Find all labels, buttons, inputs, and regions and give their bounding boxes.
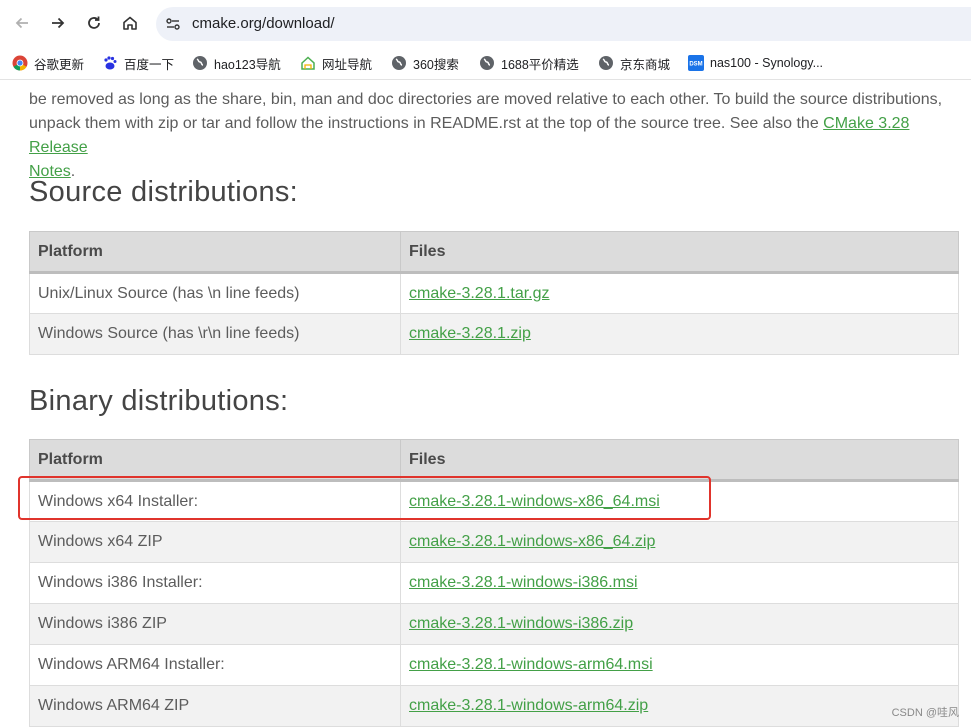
reload-icon [88, 16, 100, 29]
bookmark-item[interactable]: DSM nas100 - Synology... [688, 53, 823, 73]
chrome-icon [12, 55, 28, 71]
browser-toolbar: cmake.org/download/ [0, 0, 971, 46]
bookmark-label: 360搜索 [413, 57, 459, 72]
bookmark-item[interactable]: 1688平价精选 [479, 53, 579, 73]
table-row: Unix/Linux Source (has \n line feeds) cm… [29, 272, 959, 314]
table-row: Windows ARM64 Installer: cmake-3.28.1-wi… [29, 644, 959, 686]
watermark: CSDN @哇风 [891, 707, 959, 719]
url-text[interactable]: cmake.org/download/ [192, 15, 335, 32]
binary-distributions-heading: Binary distributions: [29, 385, 289, 417]
file-cell: cmake-3.28.1-windows-arm64.zip [400, 685, 959, 727]
intro-line: be removed as long as the share, bin, ma… [29, 91, 943, 108]
platform-cell: Unix/Linux Source (has \n line feeds) [29, 272, 401, 314]
bookmark-item[interactable]: 谷歌更新 [12, 53, 84, 73]
arrow-left-icon [15, 17, 28, 29]
platform-cell: Windows ARM64 ZIP [29, 685, 401, 727]
reload-button[interactable] [81, 10, 107, 36]
bookmark-item[interactable]: 网址导航 [300, 53, 372, 73]
download-link[interactable]: cmake-3.28.1-windows-i386.zip [409, 615, 633, 632]
source-table: Platform Files Unix/Linux Source (has \n… [29, 231, 959, 355]
table-header-row: Platform Files [29, 231, 959, 274]
table-row: Windows x64 ZIP cmake-3.28.1-windows-x86… [29, 521, 959, 563]
column-header-platform: Platform [29, 439, 401, 482]
svg-text:DSM: DSM [689, 62, 702, 68]
download-link[interactable]: cmake-3.28.1.zip [409, 325, 531, 342]
bookmark-label: 谷歌更新 [34, 57, 85, 72]
platform-cell: Windows x64 ZIP [29, 521, 401, 563]
page-content: be removed as long as the share, bin, ma… [0, 81, 971, 727]
intro-text: unpack them with zip or tar and follow t… [29, 115, 824, 132]
bookmark-label: 1688平价精选 [501, 57, 579, 72]
back-button[interactable] [9, 10, 35, 36]
file-cell: cmake-3.28.1-windows-x86_64.zip [400, 521, 959, 563]
bookmark-item[interactable]: 百度一下 [102, 53, 174, 73]
download-link[interactable]: cmake-3.28.1-windows-i386.msi [409, 574, 638, 591]
bookmark-item[interactable]: hao123导航 [192, 53, 281, 73]
globe-icon [192, 55, 208, 71]
bookmark-label: 京东商城 [620, 57, 671, 72]
platform-cell: Windows ARM64 Installer: [29, 644, 401, 686]
table-header-row: Platform Files [29, 439, 959, 482]
address-bar[interactable]: cmake.org/download/ [156, 7, 971, 41]
table-row: Windows i386 Installer: cmake-3.28.1-win… [29, 562, 959, 604]
baidu-icon [102, 55, 118, 71]
bookmarks-bar: 谷歌更新 百度一下 hao123导航 网址导航 360搜索 1688平价精选 京… [0, 46, 971, 80]
download-link[interactable]: cmake-3.28.1-windows-arm64.zip [409, 697, 648, 714]
globe-icon [391, 55, 407, 71]
home-icon [123, 16, 137, 30]
column-header-files: Files [400, 439, 959, 482]
file-cell: cmake-3.28.1.zip [400, 313, 959, 355]
bookmark-label: 百度一下 [124, 57, 175, 72]
bookmark-item[interactable]: 京东商城 [598, 53, 670, 73]
table-row: Windows Source (has \r\n line feeds) cma… [29, 313, 959, 355]
file-cell: cmake-3.28.1-windows-arm64.msi [400, 644, 959, 686]
platform-cell: Windows Source (has \r\n line feeds) [29, 313, 401, 355]
file-cell: cmake-3.28.1.tar.gz [400, 272, 959, 314]
column-header-files: Files [400, 231, 959, 274]
forward-button[interactable] [45, 10, 71, 36]
site-settings-icon[interactable] [164, 15, 182, 33]
globe-icon [479, 55, 495, 71]
source-distributions-heading: Source distributions: [29, 176, 299, 208]
table-row: Windows i386 ZIP cmake-3.28.1-windows-i3… [29, 603, 959, 645]
intro-line: unpack them with zip or tar and follow t… [29, 112, 959, 160]
arrow-right-icon [52, 17, 65, 29]
house-icon [300, 55, 316, 71]
table-row: Windows ARM64 ZIP cmake-3.28.1-windows-a… [29, 685, 959, 727]
bookmark-label: 网址导航 [322, 57, 373, 72]
platform-cell: Windows i386 Installer: [29, 562, 401, 604]
bookmark-label: hao123导航 [214, 57, 281, 72]
file-cell: cmake-3.28.1-windows-i386.msi [400, 562, 959, 604]
home-button[interactable] [117, 10, 143, 36]
column-header-platform: Platform [29, 231, 401, 274]
highlight-annotation-box [18, 476, 711, 520]
file-cell: cmake-3.28.1-windows-i386.zip [400, 603, 959, 645]
dsm-icon: DSM [688, 55, 704, 71]
bookmark-label: nas100 - Synology... [710, 56, 824, 70]
download-link[interactable]: cmake-3.28.1-windows-x86_64.zip [409, 533, 655, 550]
platform-cell: Windows i386 ZIP [29, 603, 401, 645]
download-link[interactable]: cmake-3.28.1-windows-arm64.msi [409, 656, 653, 673]
intro-paragraph: be removed as long as the share, bin, ma… [29, 88, 959, 184]
download-link[interactable]: cmake-3.28.1.tar.gz [409, 285, 550, 302]
globe-icon [598, 55, 614, 71]
bookmark-item[interactable]: 360搜索 [391, 53, 459, 73]
